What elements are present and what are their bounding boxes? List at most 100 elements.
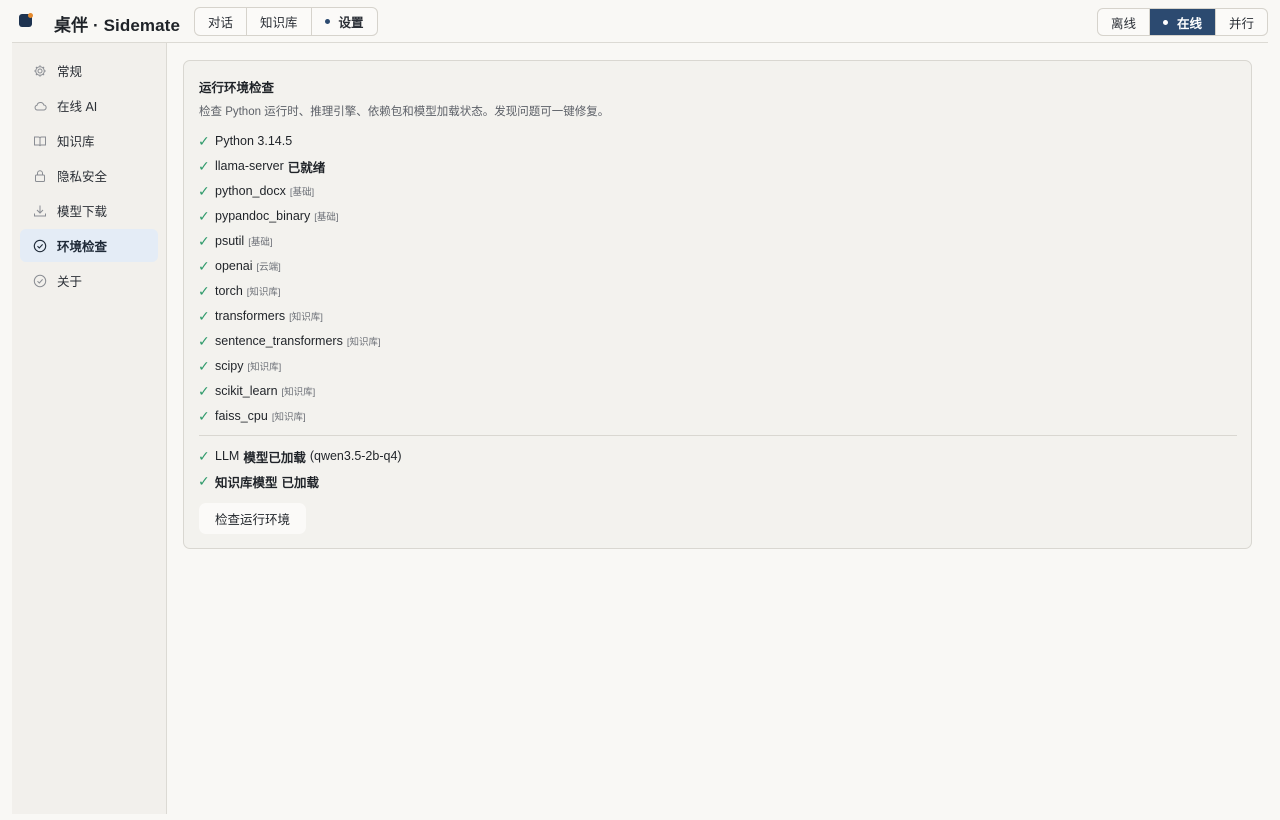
check-tag: [知识库] — [247, 362, 282, 373]
tab-chat[interactable]: 对话 — [195, 8, 248, 35]
check-name: sentence_transformers — [215, 334, 343, 348]
tab-knowledge-base[interactable]: 知识库 — [247, 8, 312, 35]
check-name: pypandoc_binary — [215, 209, 311, 223]
check-tag: [知识库] — [271, 412, 306, 423]
check-name: torch — [215, 284, 243, 298]
check-tag: [云端] — [256, 262, 281, 273]
cloud-icon — [33, 99, 47, 113]
check-item: ✓ openai [云端] — [198, 257, 281, 275]
check-tag: [知识库] — [281, 387, 316, 398]
check-tag: [知识库] — [346, 337, 381, 348]
checkmark-icon: ✓ — [198, 232, 210, 249]
mode-switch: 离线 在线 并行 — [1096, 8, 1268, 36]
check-item: ✓ scikit_learn [知识库] — [198, 382, 315, 400]
sidebar-item-label: 在线 AI — [57, 100, 98, 114]
gear-icon — [33, 64, 47, 78]
mode-parallel-label: 并行 — [1228, 16, 1254, 31]
sidebar-item-online-ai[interactable]: 在线 AI — [20, 89, 158, 122]
llm-detail: (qwen3.5-2b-q4) — [309, 449, 402, 463]
app-title: 桌伴 · Sidemate — [54, 16, 180, 35]
check-environment-button[interactable]: 检查运行环境 — [199, 503, 307, 534]
check-item: ✓ torch [知识库] — [198, 282, 281, 300]
lock-icon — [33, 169, 47, 183]
check-item: ✓ scipy [知识库] — [198, 357, 281, 375]
download-icon — [33, 204, 47, 218]
main-nav-tabs: 对话 知识库 设置 — [194, 7, 378, 36]
checkmark-icon: ✓ — [198, 207, 210, 224]
check-tag: [基础] — [289, 187, 315, 198]
info-circle-icon — [33, 274, 47, 288]
check-item: ✓ pypandoc_binary [基础] — [198, 207, 339, 225]
check-item: ✓ sentence_transformers [知识库] — [198, 332, 381, 350]
llm-model-status: ✓ LLM 模型已加载 (qwen3.5-2b-q4) — [198, 447, 402, 465]
tab-chat-label: 对话 — [208, 16, 234, 30]
active-dot-icon — [1162, 19, 1168, 25]
kb-model-state: 已加载 — [281, 475, 320, 490]
sidebar-item-label: 关于 — [57, 275, 83, 289]
checkmark-icon: ✓ — [198, 382, 210, 399]
check-tag: [知识库] — [246, 287, 281, 298]
checkmark-icon: ✓ — [198, 407, 210, 424]
check-name: llama-server — [215, 159, 284, 173]
check-name: scipy — [215, 359, 244, 373]
check-name: openai — [215, 259, 253, 273]
checkmark-icon: ✓ — [198, 357, 210, 374]
llm-status: 模型已加载 — [243, 450, 306, 465]
settings-sidebar: 常规 在线 AI 知识库 隐私安全 模型下载 环境检查 关于 — [12, 43, 167, 814]
check-item: ✓ transformers [知识库] — [198, 307, 323, 325]
check-name: scikit_learn — [215, 384, 278, 398]
check-circle-icon — [33, 239, 47, 253]
kb-model-status: ✓ 知识库模型 已加载 — [198, 472, 319, 490]
check-name: transformers — [215, 309, 286, 323]
sidebar-item-general[interactable]: 常规 — [20, 54, 158, 87]
check-item: ✓ psutil [基础] — [198, 232, 272, 250]
check-tag: [基础] — [248, 237, 273, 248]
check-item: ✓ python_docx [基础] — [198, 182, 314, 200]
header-divider — [12, 42, 1268, 43]
sidebar-item-label: 知识库 — [57, 135, 95, 149]
check-item: ✓ llama-server 已就绪 — [198, 157, 325, 175]
check-status: 已就绪 — [287, 160, 326, 175]
sidebar-item-model-download[interactable]: 模型下载 — [20, 194, 158, 227]
sidebar-item-env-check[interactable]: 环境检查 — [20, 229, 158, 262]
section-divider — [199, 435, 1237, 436]
check-item: ✓ faiss_cpu [知识库] — [198, 407, 306, 425]
check-tag: [基础] — [314, 212, 339, 223]
sidebar-item-label: 常规 — [57, 65, 83, 79]
tab-knowledge-base-label: 知识库 — [260, 16, 298, 30]
sidebar-item-label: 环境检查 — [57, 240, 108, 254]
sidebar-item-about[interactable]: 关于 — [20, 264, 158, 297]
llm-prefix: LLM — [215, 449, 240, 463]
mode-offline-label: 离线 — [1110, 16, 1136, 31]
checkmark-icon: ✓ — [198, 332, 210, 349]
check-item: ✓ Python 3.14.5 — [198, 132, 292, 150]
sidebar-item-knowledge-base[interactable]: 知识库 — [20, 124, 158, 157]
sidebar-item-privacy[interactable]: 隐私安全 — [20, 159, 158, 192]
sidebar-item-label: 隐私安全 — [57, 170, 108, 184]
mode-offline-button[interactable]: 离线 — [1098, 9, 1150, 35]
checkmark-icon: ✓ — [198, 257, 210, 274]
checkmark-icon: ✓ — [198, 157, 210, 174]
checkmark-icon: ✓ — [198, 282, 210, 299]
checkmark-icon: ✓ — [198, 182, 210, 199]
header: 桌伴 · Sidemate 对话 知识库 设置 离线 在线 并行 — [0, 0, 1280, 43]
mode-online-label: 在线 — [1176, 16, 1202, 31]
app-logo — [19, 13, 33, 27]
kb-model-label: 知识库模型 — [215, 475, 278, 490]
active-dot-icon — [324, 19, 330, 24]
check-name: faiss_cpu — [215, 409, 268, 423]
checkmark-icon: ✓ — [198, 307, 210, 324]
mode-online-button[interactable]: 在线 — [1149, 9, 1216, 35]
checkmark-icon: ✓ — [198, 472, 210, 489]
tab-settings-label: 设置 — [338, 16, 364, 30]
check-tag: [知识库] — [289, 312, 323, 323]
checkmark-icon: ✓ — [198, 132, 210, 149]
check-name: psutil — [215, 234, 245, 248]
tab-settings[interactable]: 设置 — [312, 8, 377, 35]
sidebar-item-label: 模型下载 — [57, 205, 108, 219]
checkmark-icon: ✓ — [198, 447, 210, 464]
check-name: python_docx — [215, 184, 286, 198]
check-name: Python 3.14.5 — [215, 134, 293, 148]
mode-parallel-button[interactable]: 并行 — [1216, 9, 1267, 35]
panel-title: 运行环境检查 — [199, 81, 275, 95]
